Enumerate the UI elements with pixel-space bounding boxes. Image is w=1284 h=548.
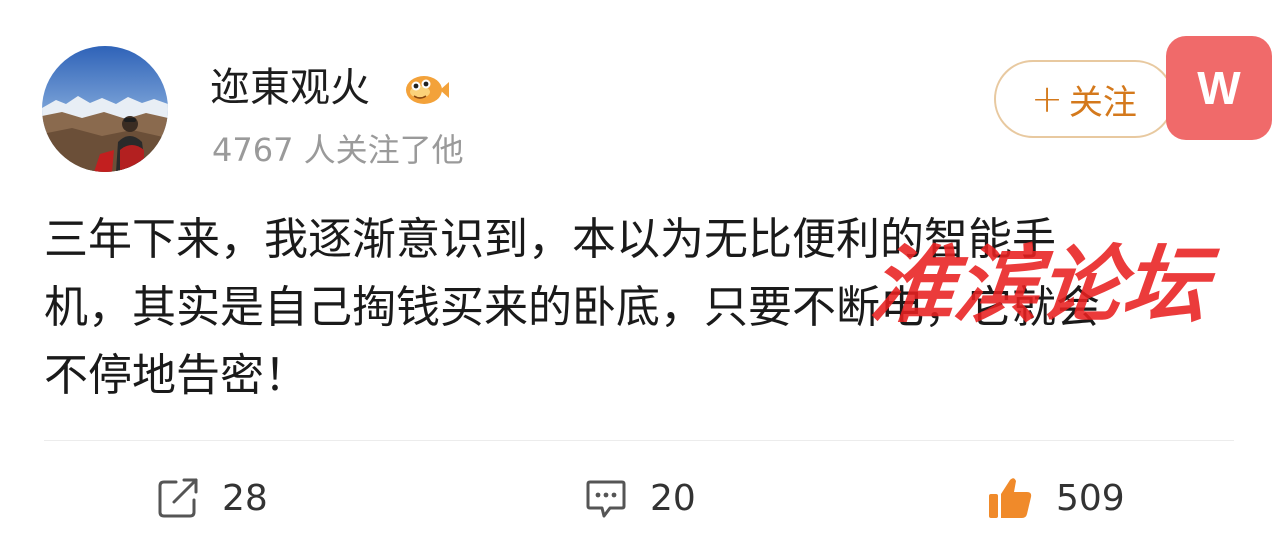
divider: [44, 440, 1234, 441]
post-text: 三年下来，我逐渐意识到，本以为无比便利的智能手 机，其实是自己掏钱买来的卧底，只…: [44, 206, 1234, 410]
post-line: 不停地告密！: [44, 350, 308, 401]
comment-count: 20: [650, 477, 696, 519]
thumbs-up-icon: [989, 478, 1032, 518]
like-button[interactable]: 509: [986, 470, 1125, 526]
comment-icon: [586, 480, 626, 518]
follower-count: 4767 人关注了他: [212, 131, 464, 169]
avatar-photo: [42, 46, 168, 172]
like-count: 509: [1056, 477, 1125, 519]
follow-button-label: 关注: [1068, 82, 1137, 123]
repost-icon: [158, 478, 198, 518]
repost-count: 28: [222, 477, 268, 519]
follow-button[interactable]: + 关注: [994, 60, 1174, 138]
avatar[interactable]: [42, 46, 168, 172]
plus-icon: +: [1031, 77, 1063, 121]
post-line: 三年下来，我逐渐意识到，本以为无比便利的智能手: [44, 214, 1056, 265]
repost-button[interactable]: 28: [156, 470, 268, 526]
post-line: 机，其实是自己掏钱买来的卧底，只要不断电，它就会: [44, 282, 1100, 333]
username[interactable]: 迩東观火: [210, 62, 370, 114]
fish-icon: [402, 68, 450, 110]
comment-button[interactable]: 20: [584, 470, 696, 526]
floating-w-button[interactable]: W: [1166, 36, 1272, 140]
